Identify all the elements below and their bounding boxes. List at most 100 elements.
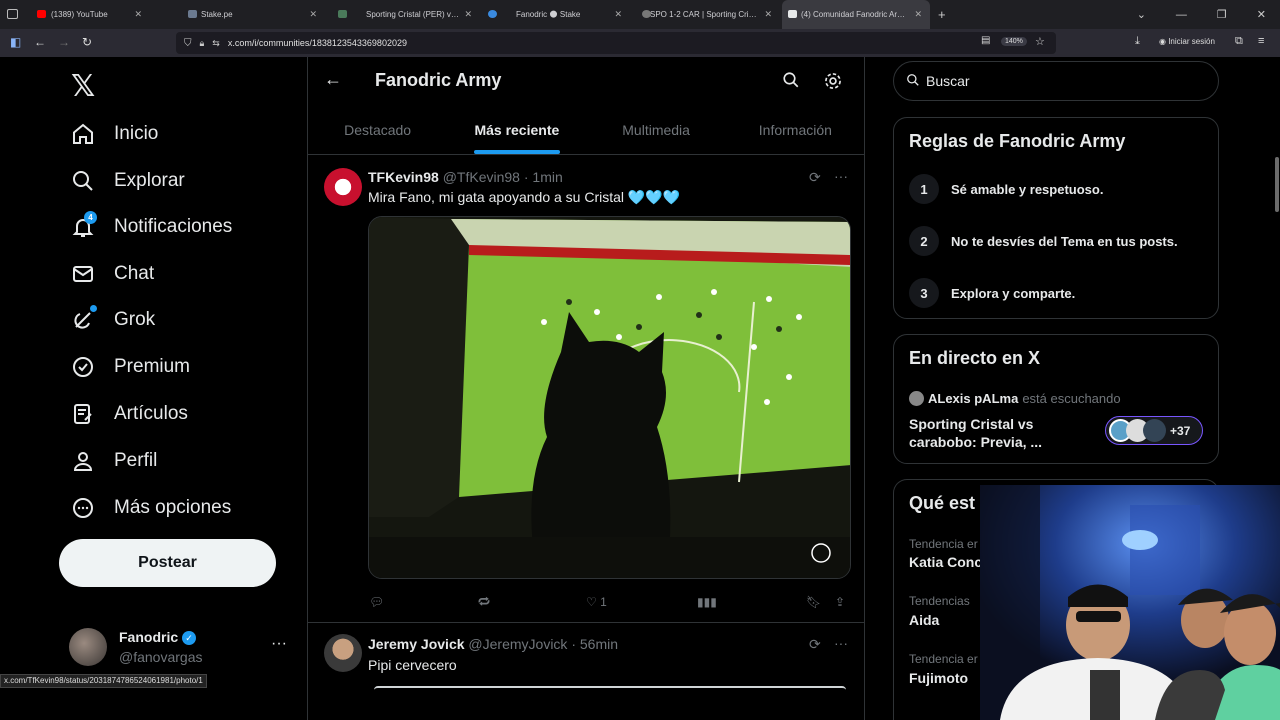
views-icon[interactable]: ▮▮▮ [697,595,717,609]
close-icon[interactable]: ✕ [914,9,922,20]
browser-tab-stake[interactable]: Stake.pe ✕ [150,0,325,29]
tab-strip: (1389) YouTube ✕ Stake.pe ✕ Sporting Cri… [0,0,1280,29]
retweet-icon[interactable]: 🔁︎ [478,594,490,611]
avatar[interactable] [324,634,362,672]
account-switcher[interactable]: Fanodric ✓ @fanovargas ··· [69,623,299,673]
minimize-icon[interactable]: — [1176,9,1187,21]
author-handle[interactable]: @JeremyJovick [468,636,567,652]
live-listener[interactable]: ALexis pALma está escuchando [909,391,1121,406]
back-icon[interactable]: ← [34,35,46,49]
avatar [1143,419,1166,442]
listener-name: ALexis pALma [928,391,1019,406]
download-icon[interactable]: ⤓ [1135,35,1140,48]
bookmark-icon[interactable]: 🔖︎ [806,595,821,609]
sidebar-icon[interactable]: ◧ [10,35,21,49]
trend-name[interactable]: Katia Conc [909,554,982,570]
browser-tab-community[interactable]: (4) Comunidad Fanodric Army / ✕ [782,0,930,29]
live-participants[interactable]: +37 [1105,416,1203,445]
nav-label: Artículos [114,403,188,424]
mail-icon [70,261,96,287]
nav-item-grok[interactable]: Grok [70,300,155,340]
tab-label: Fanodric 🌑 Stake [516,10,581,19]
link-status-bar: x.com/TfKevin98/status/20318747865240619… [0,674,207,688]
author-handle[interactable]: @TfKevin98 [443,169,520,185]
tweet-time[interactable]: 1min [532,169,562,185]
scrollbar[interactable] [1275,157,1279,212]
nav-item-explorar[interactable]: Explorar [70,161,185,201]
zoom-level[interactable]: 140% [1001,37,1027,46]
more-icon[interactable]: ··· [834,635,848,651]
tab-informacion[interactable]: Información [726,105,865,154]
extensions-icon[interactable]: ⧉ [1235,35,1243,48]
search-input[interactable]: Buscar [893,61,1219,101]
person-icon [70,448,96,474]
grok-icon[interactable]: ⟳ [809,169,821,186]
like-button[interactable]: ♡ 1 [586,595,607,609]
reader-view-icon[interactable]: ▤ [981,35,990,46]
browser-tab-youtube[interactable]: (1389) YouTube ✕ [0,0,150,29]
shield-icon[interactable]: ⛉ [184,38,192,49]
share-icon[interactable]: ⇪ [835,595,845,609]
forward-icon[interactable]: → [58,35,70,49]
sign-in-button[interactable]: ◉ Iniciar sesión [1159,37,1215,46]
new-tab-icon[interactable]: + [938,7,946,22]
tweet-media-top[interactable] [374,686,846,690]
reply-icon[interactable]: 💬︎ [369,595,384,609]
close-icon[interactable]: ✕ [309,9,317,20]
tweet[interactable]: Jeremy Jovick @JeremyJovick · 56min Pipi… [308,624,865,720]
tweet-author[interactable]: TFKevin98 @TfKevin98 · 1min [368,169,563,185]
trend-name[interactable]: Aida [909,612,939,628]
trend-name[interactable]: Fujimoto [909,670,968,686]
close-icon[interactable]: ✕ [614,9,622,20]
tweet[interactable]: TFKevin98 @TfKevin98 · 1min Mira Fano, m… [308,156,865,623]
permissions-icon[interactable]: ⇆ [212,38,220,49]
nav-item-chat[interactable]: Chat [70,254,154,294]
close-icon[interactable]: ✕ [464,9,472,20]
menu-icon[interactable]: ≡ [1258,35,1264,47]
tab-label: SPO 1-2 CAR | Sporting Cristal | [650,10,761,19]
tweet-photo[interactable] [368,216,851,579]
back-arrow-icon[interactable]: ← [324,69,342,90]
author-name[interactable]: TFKevin98 [368,169,439,185]
grok-icon[interactable]: ⟳ [809,636,821,653]
more-icon[interactable]: ··· [834,168,848,184]
more-icon[interactable]: ··· [271,635,287,653]
close-icon[interactable]: ✕ [134,9,142,20]
nav-item-perfil[interactable]: Perfil [70,441,157,481]
tab-destacado[interactable]: Destacado [308,105,447,154]
search-icon[interactable] [782,71,800,94]
tab-multimedia[interactable]: Multimedia [587,105,726,154]
address-bar[interactable]: ⛉ 🔒︎ ⇆ x.com/i/communities/1838123543369… [176,32,1056,54]
close-icon[interactable]: ✕ [764,9,772,20]
x-logo-icon[interactable]: 𝕏 [71,69,95,104]
browser-tab-spo-car[interactable]: SPO 1-2 CAR | Sporting Cristal | ✕ [630,0,780,29]
author-name[interactable]: Jeremy Jovick [368,636,465,652]
rule-item: 3 Explora y comparte. [909,278,1075,308]
avatar[interactable] [324,168,362,206]
lock-icon[interactable]: 🔒︎ [200,38,205,49]
browser-tab-sporting[interactable]: Sporting Cristal (PER) vs. Ca ✕ [325,0,480,29]
tweet-actions: 💬︎ 🔁︎ ♡ 1 ▮▮▮ 🔖︎ ⇪ [368,592,851,612]
community-timeline: ← Fanodric Army Destacado Más reciente M… [307,57,865,720]
bookmark-star-icon[interactable]: ☆ [1035,35,1045,48]
home-icon [70,121,96,147]
nav-item-mas-opciones[interactable]: Más opciones [70,488,231,528]
post-button[interactable]: Postear [59,539,276,587]
maximize-icon[interactable]: ❐ [1217,8,1227,21]
reload-icon[interactable]: ↻ [82,35,92,49]
participant-count: +37 [1170,423,1191,438]
tab-mas-reciente[interactable]: Más reciente [447,105,586,154]
live-space-title[interactable]: Sporting Cristal vs carabobo: Previa, ..… [909,415,1059,451]
nav-item-notificaciones[interactable]: 4 Notificaciones [70,207,232,247]
tweet-time[interactable]: 56min [580,636,618,652]
nav-item-inicio[interactable]: Inicio [70,114,158,154]
nav-item-premium[interactable]: Premium [70,347,190,387]
url-text[interactable]: x.com/i/communities/1838123543369802029 [228,38,407,48]
tab-overflow-icon[interactable]: ⌄ [1137,8,1146,21]
browser-tab-fanodric-stake[interactable]: Fanodric 🌑 Stake ✕ [480,0,630,29]
nav-item-articulos[interactable]: Artículos [70,394,188,434]
window-close-icon[interactable]: ✕ [1257,8,1266,21]
tweet-author[interactable]: Jeremy Jovick @JeremyJovick · 56min [368,636,618,652]
gear-icon[interactable] [823,71,843,96]
listener-status: está escuchando [1022,391,1121,406]
